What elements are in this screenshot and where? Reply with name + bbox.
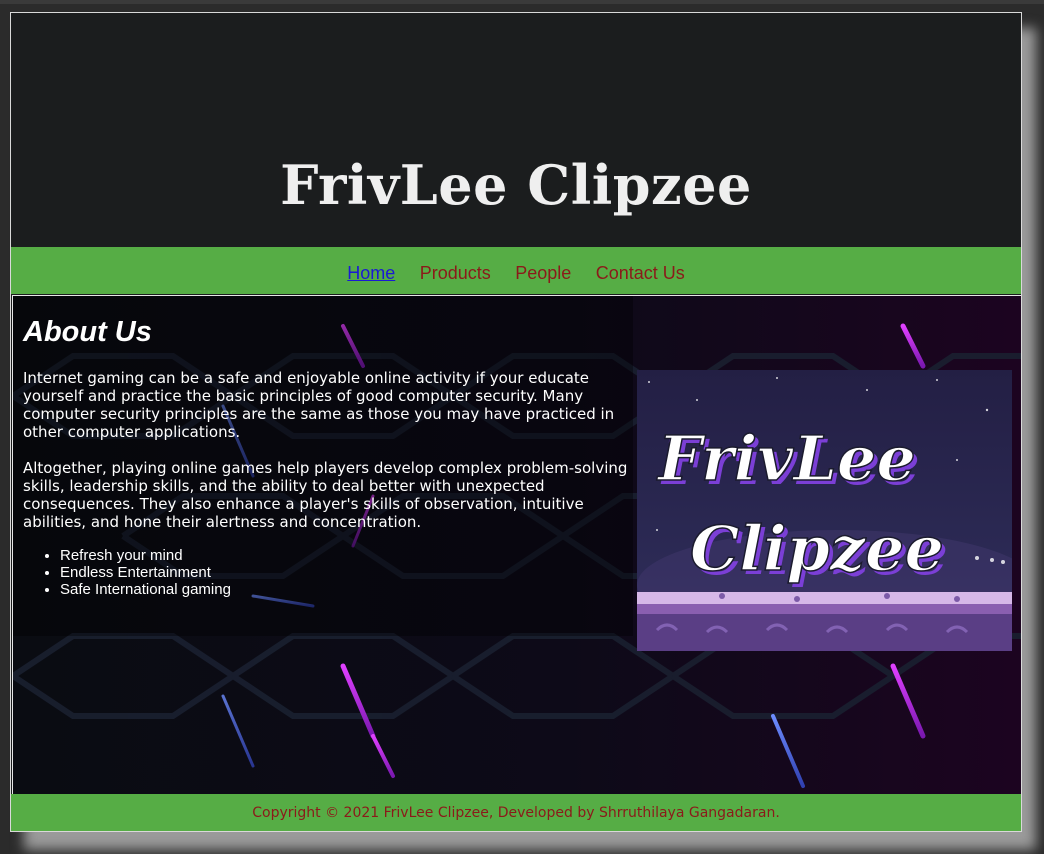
list-item: Endless Entertainment bbox=[60, 564, 633, 581]
about-heading: About Us bbox=[23, 316, 152, 348]
page-container: FrivLee Clipzee Home Products People Con… bbox=[10, 12, 1022, 832]
svg-text:Clipzee: Clipzee bbox=[690, 512, 944, 585]
logo-artwork: FrivLee FrivLee Clipzee Clipzee bbox=[637, 370, 1012, 651]
nav-link-people[interactable]: People bbox=[515, 263, 571, 284]
copyright-text: Copyright © 2021 FrivLee Clipzee, Develo… bbox=[252, 805, 780, 821]
nav-link-products[interactable]: Products bbox=[420, 263, 491, 284]
svg-text:FrivLee: FrivLee bbox=[656, 422, 916, 495]
main-nav: Home Products People Contact Us bbox=[11, 247, 1021, 294]
nav-link-home[interactable]: Home bbox=[347, 263, 395, 284]
about-paragraph-1: Internet gaming can be a safe and enjoya… bbox=[23, 369, 615, 441]
about-section: About Us Internet gaming can be a safe a… bbox=[12, 295, 1021, 795]
site-footer: Copyright © 2021 FrivLee Clipzee, Develo… bbox=[11, 794, 1021, 831]
list-item: Refresh your mind bbox=[60, 547, 633, 564]
list-item: Safe International gaming bbox=[60, 581, 633, 598]
top-edge bbox=[0, 0, 1044, 4]
nav-link-contact[interactable]: Contact Us bbox=[596, 263, 685, 284]
benefits-list: Refresh your mind Endless Entertainment … bbox=[23, 547, 633, 598]
about-content: About Us Internet gaming can be a safe a… bbox=[23, 296, 633, 598]
site-title: FrivLee Clipzee bbox=[280, 153, 752, 217]
about-paragraph-2: Altogether, playing online games help pl… bbox=[23, 459, 628, 531]
frivlee-logo-image: FrivLee FrivLee Clipzee Clipzee bbox=[637, 370, 1012, 651]
site-header: FrivLee Clipzee bbox=[11, 13, 1021, 247]
